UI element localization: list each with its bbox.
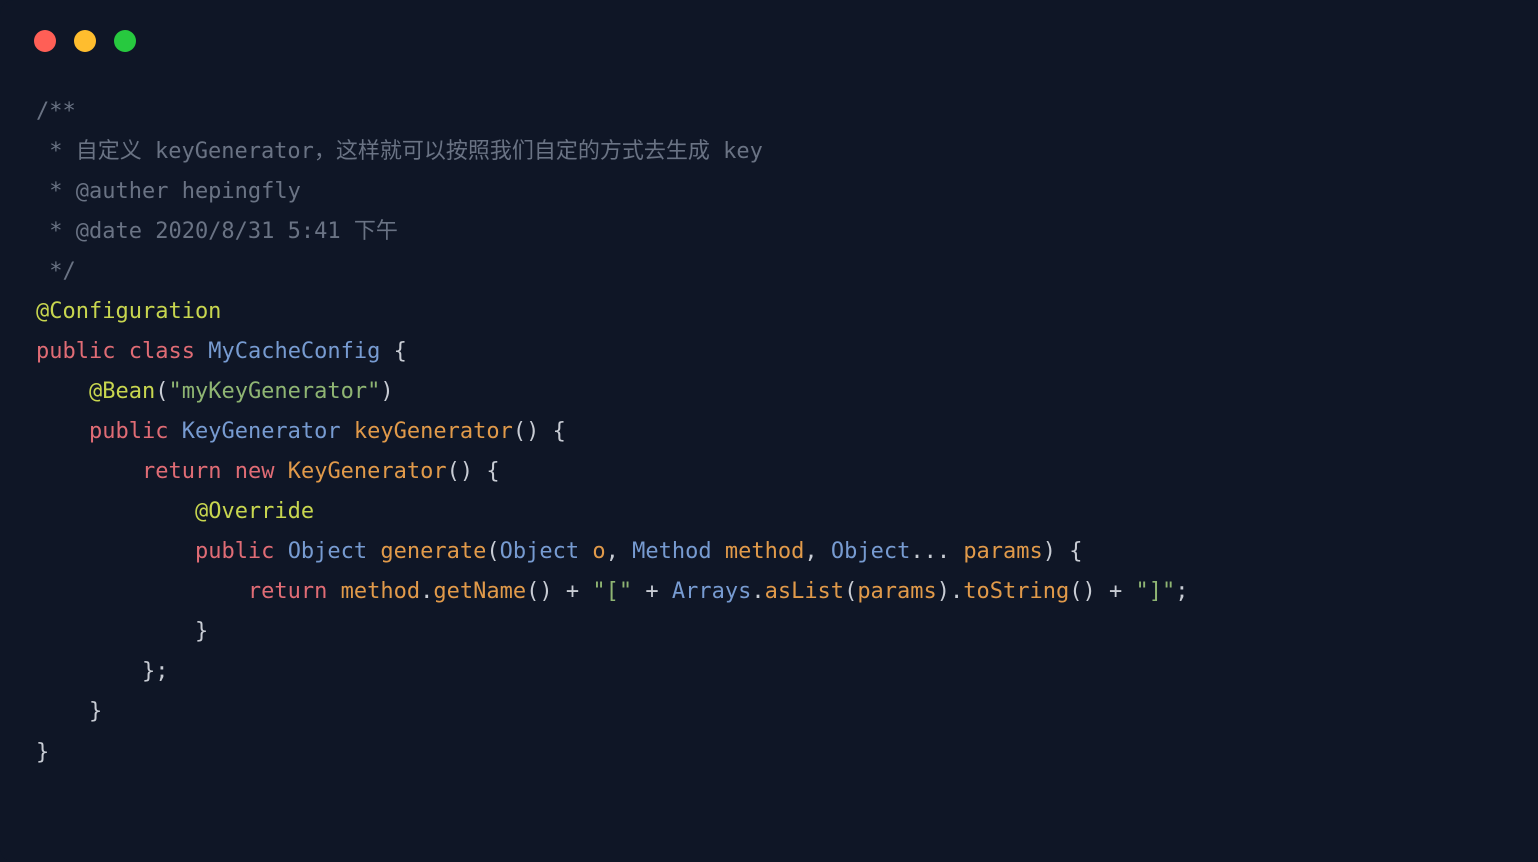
code-token [341, 419, 354, 444]
code-token: KeyGenerator [182, 419, 341, 444]
code-token: */ [36, 259, 76, 284]
code-line: @Configuration [36, 292, 1502, 332]
code-token: } [36, 740, 49, 765]
code-line: return method.getName() + "[" + Arrays.a… [36, 572, 1502, 612]
code-line: /** [36, 92, 1502, 132]
code-line: public Object generate(Object o, Method … [36, 532, 1502, 572]
code-line: }; [36, 652, 1502, 692]
code-token [579, 539, 592, 564]
code-token: * @auther hepingfly [36, 179, 301, 204]
code-token: , [606, 539, 633, 564]
code-line: @Bean("myKeyGenerator") [36, 372, 1502, 412]
code-line: } [36, 733, 1502, 773]
close-icon[interactable] [34, 30, 56, 52]
maximize-icon[interactable] [114, 30, 136, 52]
code-line: @Override [36, 492, 1502, 532]
code-token: () { [447, 459, 500, 484]
code-line: } [36, 612, 1502, 652]
code-token: keyGenerator [354, 419, 513, 444]
code-line: return new KeyGenerator() { [36, 452, 1502, 492]
code-token: params [857, 579, 936, 604]
code-token: getName [433, 579, 526, 604]
code-token: class [129, 339, 195, 364]
code-token: method [725, 539, 804, 564]
code-token: Method [632, 539, 711, 564]
code-token [36, 539, 195, 564]
code-token: ; [1175, 579, 1188, 604]
code-token [36, 459, 142, 484]
code-token [168, 419, 181, 444]
code-token: } [36, 619, 208, 644]
code-token: ) [380, 379, 393, 404]
code-token: ... [910, 539, 963, 564]
code-token: public [36, 339, 115, 364]
code-token: KeyGenerator [288, 459, 447, 484]
code-block: /** * 自定义 keyGenerator，这样就可以按照我们自定的方式去生成… [0, 62, 1538, 793]
code-token: ( [486, 539, 499, 564]
code-token: () + [1069, 579, 1135, 604]
code-line: public KeyGenerator keyGenerator() { [36, 412, 1502, 452]
code-token: () + [526, 579, 592, 604]
code-token: /** [36, 99, 76, 124]
code-token: method [341, 579, 420, 604]
code-token: MyCacheConfig [208, 339, 380, 364]
code-token: "[" [592, 579, 632, 604]
code-token: ( [155, 379, 168, 404]
code-token: } [36, 699, 102, 724]
code-token: return [248, 579, 327, 604]
minimize-icon[interactable] [74, 30, 96, 52]
code-token: ( [844, 579, 857, 604]
code-token: Object [500, 539, 579, 564]
code-token: * 自定义 keyGenerator，这样就可以按照我们自定的方式去生成 key [36, 139, 763, 164]
code-token: toString [963, 579, 1069, 604]
code-token: , [804, 539, 831, 564]
code-token: @Bean [89, 379, 155, 404]
code-token: new [235, 459, 275, 484]
code-token: . [420, 579, 433, 604]
code-token: }; [36, 659, 168, 684]
code-line: public class MyCacheConfig { [36, 332, 1502, 372]
code-line: * @date 2020/8/31 5:41 下午 [36, 212, 1502, 252]
code-token: params [963, 539, 1042, 564]
code-token [115, 339, 128, 364]
code-token: { [380, 339, 407, 364]
code-line: */ [36, 252, 1502, 292]
code-token: Object [831, 539, 910, 564]
code-token: o [592, 539, 605, 564]
code-token [367, 539, 380, 564]
code-token [36, 499, 195, 524]
code-token: return [142, 459, 221, 484]
code-token: "]" [1136, 579, 1176, 604]
code-token [274, 459, 287, 484]
code-token: . [751, 579, 764, 604]
code-token [36, 579, 248, 604]
code-token: * @date 2020/8/31 5:41 下午 [36, 219, 398, 244]
code-line: * 自定义 keyGenerator，这样就可以按照我们自定的方式去生成 key [36, 132, 1502, 172]
code-token: ). [937, 579, 964, 604]
code-token [36, 379, 89, 404]
code-window: /** * 自定义 keyGenerator，这样就可以按照我们自定的方式去生成… [0, 0, 1538, 862]
code-token: Object [288, 539, 367, 564]
code-token [712, 539, 725, 564]
code-token [221, 459, 234, 484]
code-token: asList [765, 579, 844, 604]
code-token: @Override [195, 499, 314, 524]
code-token: () { [513, 419, 566, 444]
code-token [195, 339, 208, 364]
traffic-lights [0, 18, 1538, 62]
code-line: } [36, 692, 1502, 732]
code-token: public [89, 419, 168, 444]
code-token [274, 539, 287, 564]
code-token: ) { [1043, 539, 1083, 564]
code-line: * @auther hepingfly [36, 172, 1502, 212]
code-token: "myKeyGenerator" [168, 379, 380, 404]
code-token: + [632, 579, 672, 604]
code-token: generate [380, 539, 486, 564]
code-token: Arrays [672, 579, 751, 604]
code-token [327, 579, 340, 604]
code-token: public [195, 539, 274, 564]
code-token [36, 419, 89, 444]
code-token: @Configuration [36, 299, 221, 324]
